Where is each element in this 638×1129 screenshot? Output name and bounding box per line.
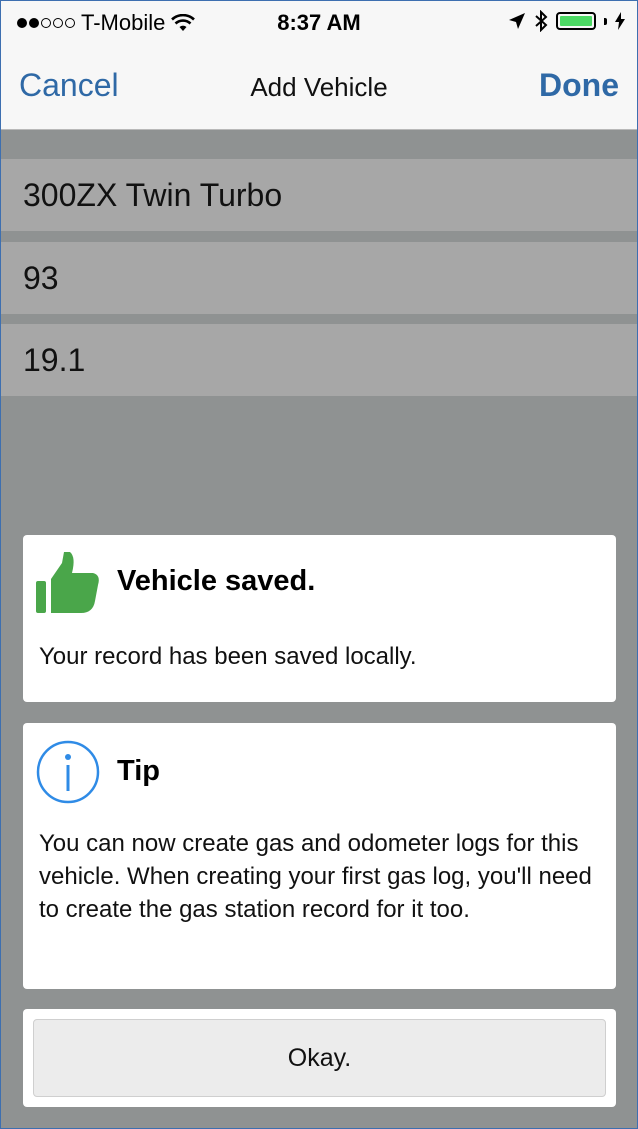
tip-alert-title: Tip: [117, 755, 160, 787]
okay-button[interactable]: Okay.: [33, 1019, 606, 1097]
info-icon: [36, 740, 100, 804]
done-button[interactable]: Done: [539, 67, 619, 104]
battery-cap: [604, 17, 607, 25]
saved-alert-card: Vehicle saved. Your record has been save…: [23, 535, 616, 702]
charging-bolt-icon: [615, 12, 625, 30]
octane-field[interactable]: 93: [1, 242, 637, 314]
battery-icon: [556, 12, 596, 30]
status-bar: T-Mobile 8:37 AM: [1, 1, 637, 45]
saved-alert-title: Vehicle saved.: [117, 565, 316, 597]
tip-alert-card: Tip You can now create gas and odometer …: [23, 723, 616, 989]
tank-size-field[interactable]: 19.1: [1, 324, 637, 396]
status-icons: [508, 10, 625, 32]
action-card: Okay.: [23, 1009, 616, 1107]
screen: T-Mobile 8:37 AM Cancel Add Vehicle Done…: [0, 0, 638, 1129]
bluetooth-icon: [535, 10, 548, 32]
vehicle-name-field[interactable]: 300ZX Twin Turbo: [1, 159, 637, 231]
navigation-bar: Cancel Add Vehicle Done: [1, 45, 637, 130]
tip-alert-message: You can now create gas and odometer logs…: [39, 830, 592, 923]
location-arrow-icon: [509, 13, 525, 29]
saved-alert-message: Your record has been saved locally.: [39, 643, 417, 670]
thumbs-up-icon: [36, 552, 99, 613]
